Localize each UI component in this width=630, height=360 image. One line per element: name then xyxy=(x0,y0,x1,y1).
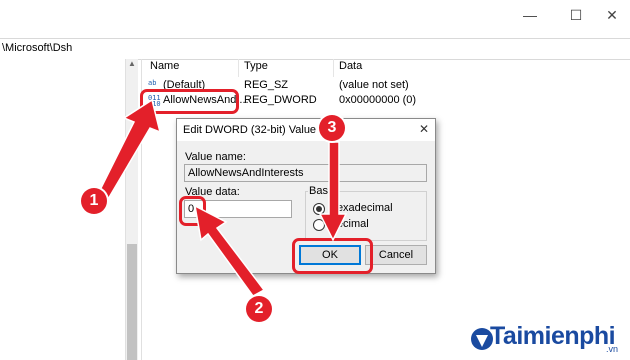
arrow-step1 xyxy=(95,98,162,208)
step-2-badge: 2 xyxy=(246,296,272,322)
annotation-arrows xyxy=(95,98,348,297)
logo-suffix: .vn xyxy=(606,344,619,354)
arrow-step3 xyxy=(318,141,348,242)
arrow-step2 xyxy=(193,204,266,297)
step-3-badge: 3 xyxy=(319,115,345,141)
logo-brand: Taimienphi xyxy=(490,322,616,350)
taimienphi-logo: Taimienphi .vn xyxy=(470,318,628,358)
step-1-badge: 1 xyxy=(81,188,107,214)
